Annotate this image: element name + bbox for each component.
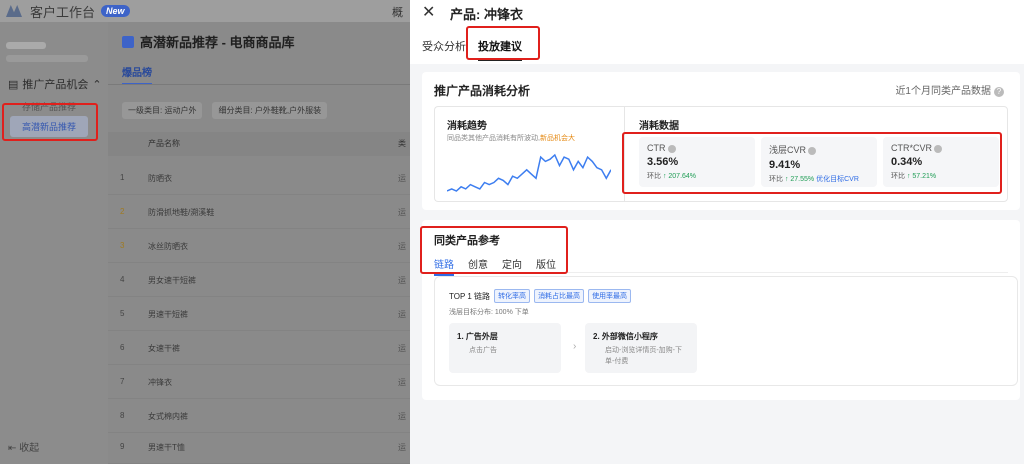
table-row[interactable]: 4 男女速干短裤 运 [108, 263, 410, 297]
row-extra: 运 [398, 443, 406, 452]
main-panel: 高潜新品推荐 - 电商商品库 爆品榜 一级类目: 运动户外 细分类目: 户外鞋靴… [108, 22, 410, 464]
checkbox-icon [122, 35, 134, 48]
row-extra: 运 [398, 242, 406, 251]
drawer-title: 产品: 冲锋衣 [450, 7, 523, 22]
row-rank: 9 [120, 442, 125, 451]
collapse-icon: ⇤ [8, 443, 17, 454]
row-rank: 4 [120, 275, 125, 284]
row-extra: 运 [398, 208, 406, 217]
row-rank: 2 [120, 207, 125, 216]
table-header: 产品名称 类 [108, 132, 410, 156]
new-badge: New [101, 5, 130, 17]
trend-title: 消耗趋势 [447, 121, 487, 132]
chevron-up-icon: ⌃ [92, 78, 102, 91]
step-desc-line1: 启动-浏览详情页-加购-下 [605, 347, 682, 354]
grid-icon: ▤ [8, 78, 19, 91]
tab-audience-analysis[interactable]: 受众分析 [422, 38, 466, 54]
table-row[interactable]: 2 防滑抓地鞋/溯溪鞋 运 [108, 195, 410, 229]
tab-hot-products[interactable]: 爆品榜 [122, 64, 152, 85]
data-title: 消耗数据 [639, 121, 679, 132]
row-extra: 运 [398, 412, 406, 421]
table-row[interactable]: 5 男速干短裤 运 [108, 297, 410, 331]
row-name: 冲锋衣 [148, 378, 172, 387]
table-row[interactable]: 3 冰丝防晒衣 运 [108, 229, 410, 263]
tag-usage: 使用率最高 [588, 289, 632, 303]
row-rank: 6 [120, 343, 125, 352]
trend-panel: 消耗趋势 同品类其他产品消耗有所波动,新品机会大 [434, 106, 624, 202]
tag-spend-share: 消耗占比最高 [534, 289, 585, 303]
logo-icon [6, 5, 22, 17]
row-name: 防滑抓地鞋/溯溪鞋 [148, 208, 215, 217]
page-title-text: 高潜新品推荐 - 电商商品库 [140, 35, 295, 50]
row-extra: 运 [398, 344, 406, 353]
step-desc: 点击广告 [469, 347, 497, 354]
row-extra: 运 [398, 174, 406, 183]
data-range-note: 近1个月同类产品数据? [895, 82, 1004, 97]
trend-highlight: 新品机会大 [539, 135, 575, 142]
row-name: 男女速干短裤 [148, 276, 196, 285]
account-switcher[interactable] [6, 42, 94, 72]
sidebar-section-promo[interactable]: ▤ 推广产品机会 ⌃ [8, 76, 102, 92]
annotation-box-tab [466, 26, 540, 60]
sidebar-collapse[interactable]: ⇤ 收起 [8, 439, 39, 454]
close-icon[interactable]: ✕ [422, 2, 435, 22]
product-drawer: ✕ 产品: 冲锋衣 受众分析 投放建议 推广产品消耗分析 近1个月同类产品数据?… [410, 0, 1024, 464]
sidebar: ▤ 推广产品机会 ⌃ 存储产品推荐 高潜新品推荐 ⇤ 收起 [0, 22, 108, 464]
trend-subtitle: 同品类其他产品消耗有所波动,新品机会大 [447, 133, 575, 143]
trend-sparkline [447, 153, 611, 192]
column-header-extra: 类 [398, 139, 406, 148]
collapse-label: 收起 [19, 443, 40, 454]
row-name: 男速干T恤 [148, 443, 185, 452]
row-extra: 运 [398, 310, 406, 319]
table-row[interactable]: 9 男速干T恤 运 [108, 430, 410, 464]
info-icon[interactable]: ? [994, 87, 1004, 97]
row-name: 冰丝防晒衣 [148, 242, 188, 251]
path-step-1: 1. 广告外层 点击广告 [449, 323, 561, 373]
annotation-box-metrics [622, 132, 1002, 194]
step-title: 2. 外部微信小程序 [593, 332, 658, 341]
row-name: 防晒衣 [148, 174, 172, 183]
row-extra: 运 [398, 378, 406, 387]
app-title: 客户工作台 [30, 4, 96, 20]
row-name: 女式棉内裤 [148, 412, 188, 421]
step-desc: 启动-浏览详情页-加购-下 单-付费 [605, 345, 682, 367]
annotation-box-reference [420, 226, 568, 274]
sidebar-section-label: 推广产品机会 [22, 79, 89, 91]
trend-sub-text: 同品类其他产品消耗有所波动, [447, 135, 540, 142]
table-row[interactable]: 8 女式棉内裤 运 [108, 399, 410, 433]
row-rank: 3 [120, 241, 125, 250]
filter-category[interactable]: 一级类目: 运动户外 [122, 102, 203, 119]
filter-subcategory[interactable]: 细分类目: 户外鞋靴,户外服装 [212, 102, 328, 119]
row-rank: 5 [120, 309, 125, 318]
annotation-box-sidebar [2, 103, 98, 141]
column-header-name: 产品名称 [148, 139, 180, 148]
trend-line [447, 153, 611, 192]
table-row[interactable]: 6 女速干裤 运 [108, 331, 410, 365]
top-path-header: TOP 1 链路 转化率高 消耗占比最高 使用率最高 [449, 289, 632, 303]
path-step-2: 2. 外部微信小程序 启动-浏览详情页-加购-下 单-付费 [585, 323, 697, 373]
table-row[interactable]: 1 防晒衣 运 [108, 161, 410, 195]
topnav-item[interactable]: 概 [392, 4, 403, 20]
table-row[interactable]: 7 冲锋衣 运 [108, 365, 410, 399]
goal-distribution: 浅层目标分布: 100% 下单 [449, 309, 529, 316]
row-rank: 7 [120, 377, 125, 386]
tag-conversion: 转化率高 [494, 289, 531, 303]
row-name: 男速干短裤 [148, 310, 188, 319]
step-desc-line2: 单-付费 [605, 358, 629, 365]
app-topbar: 客户工作台 New [0, 0, 410, 22]
row-rank: 8 [120, 411, 125, 420]
chevron-right-icon: › [573, 341, 577, 352]
top-path-card: TOP 1 链路 转化率高 消耗占比最高 使用率最高 浅层目标分布: 100% … [434, 276, 1018, 386]
divider [108, 84, 410, 85]
row-extra: 运 [398, 276, 406, 285]
step-title: 1. 广告外层 [457, 332, 498, 341]
data-range-text: 近1个月同类产品数据 [895, 86, 991, 97]
consumption-title: 推广产品消耗分析 [434, 84, 531, 98]
row-name: 女速干裤 [148, 344, 180, 353]
top-path-label: TOP 1 链路 [449, 291, 491, 301]
row-rank: 1 [120, 173, 125, 182]
page-title: 高潜新品推荐 - 电商商品库 [122, 32, 295, 51]
filter-bar: 一级类目: 运动户外 细分类目: 户外鞋靴,户外服装 [122, 102, 328, 119]
